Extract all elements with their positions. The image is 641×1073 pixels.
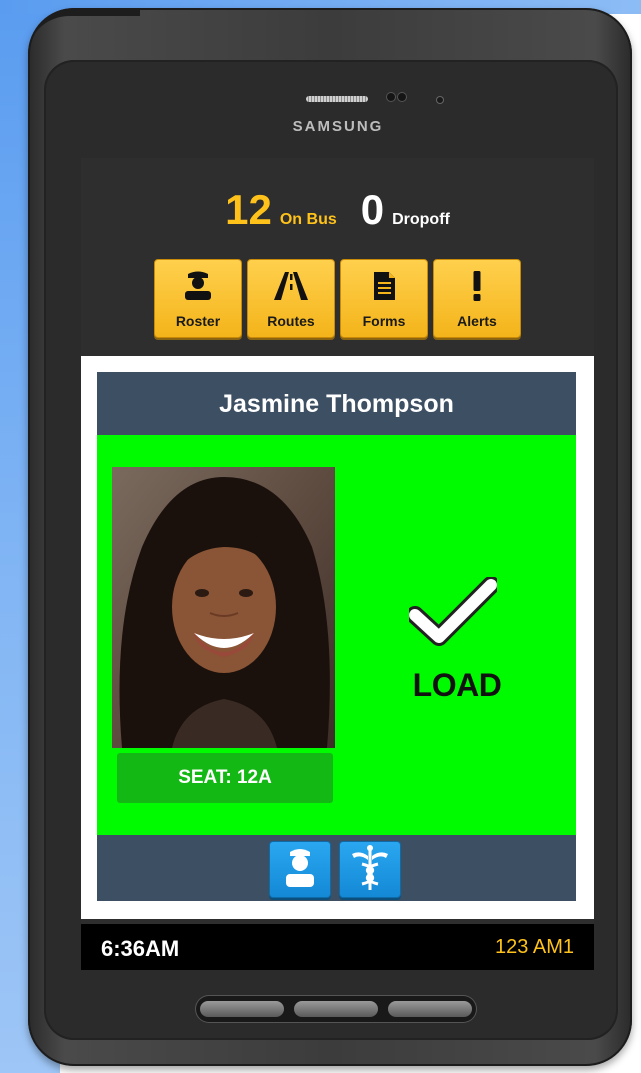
hardware-button-bar — [196, 996, 476, 1022]
sensor — [398, 93, 406, 101]
exclamation-icon — [473, 271, 481, 301]
recent-apps-hardware-button[interactable] — [200, 1001, 284, 1017]
clock-time: 6:36AM — [101, 936, 180, 961]
student-photo — [112, 467, 335, 748]
dropoff-count: 0 — [360, 186, 385, 233]
routes-label: Routes — [267, 313, 315, 329]
home-hardware-button[interactable] — [294, 1001, 378, 1017]
alerts-label: Alerts — [457, 313, 497, 329]
load-status-panel: SEAT: 12A LOAD — [97, 435, 576, 835]
checkmark-icon — [409, 577, 497, 646]
roster-button[interactable]: Roster — [154, 259, 242, 338]
student-header: Jasmine Thompson — [97, 372, 576, 435]
forms-label: Forms — [362, 313, 406, 329]
route-id: 123 AM1 — [495, 936, 574, 958]
light-sensor — [437, 97, 443, 103]
on-bus-label: On Bus — [279, 211, 337, 228]
student-actions-bar — [97, 835, 576, 901]
device-bumper — [30, 10, 140, 56]
device-brand-label: SAMSUNG — [292, 118, 384, 135]
student-profile-icon — [286, 849, 314, 887]
document-icon — [374, 272, 395, 300]
alerts-button[interactable]: Alerts — [433, 259, 521, 338]
roster-label: Roster — [175, 313, 221, 329]
student-card: Jasmine Thompson SEAT: 12A LOAD — [81, 356, 594, 919]
seat-badge: SEAT: 12A — [117, 753, 333, 803]
on-bus-count: 12 — [225, 186, 272, 233]
dropoff-label: Dropoff — [392, 211, 450, 228]
medical-info-button[interactable] — [339, 841, 401, 898]
bus-counts: 12 On Bus 0 Dropoff — [81, 186, 594, 234]
routes-button[interactable]: Routes — [247, 259, 335, 338]
front-camera — [387, 93, 395, 101]
speaker-grille — [306, 96, 368, 102]
load-status-label: LOAD — [412, 667, 502, 703]
road-icon — [274, 272, 308, 300]
student-name: Jasmine Thompson — [219, 390, 454, 418]
student-profile-button[interactable] — [269, 841, 331, 898]
medical-caduceus-icon — [352, 845, 388, 890]
forms-button[interactable]: Forms — [340, 259, 428, 338]
app-screen: 12 On Bus 0 Dropoff Roster Routes Forms — [81, 158, 594, 970]
back-hardware-button[interactable] — [388, 1001, 472, 1017]
status-bar: 6:36AM 123 AM1 — [81, 924, 594, 970]
student-portrait — [112, 467, 335, 748]
driver-icon — [185, 271, 211, 300]
